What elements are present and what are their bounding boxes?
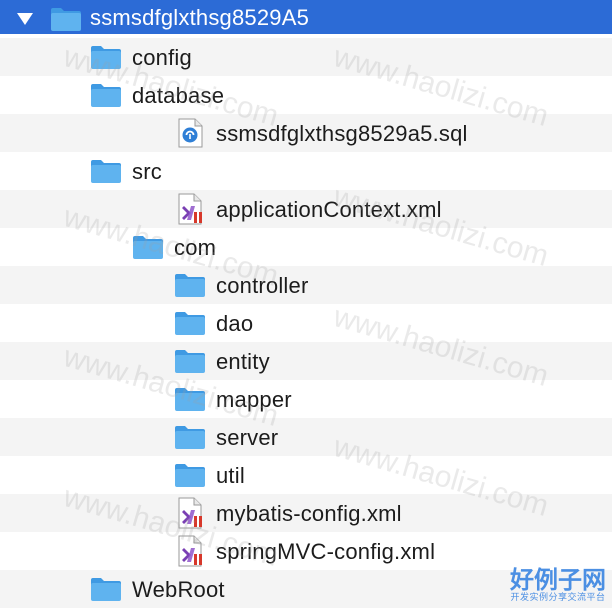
tree-row-label: util [216, 463, 245, 488]
folder-icon [90, 44, 122, 75]
xml-file-icon [177, 535, 205, 572]
folder-icon [174, 348, 206, 379]
folder-icon [174, 386, 206, 417]
tree-row-label: applicationContext.xml [216, 197, 442, 222]
tree-row-label: mybatis-config.xml [216, 501, 402, 526]
folder-icon [174, 272, 206, 303]
tree-row-label: ssmsdfglxthsg8529a5.sql [216, 121, 468, 146]
tree-row-webroot[interactable]: WebRoot [0, 570, 612, 608]
sql-file-icon [177, 118, 203, 153]
tree-row-springmvc-config-xml[interactable]: springMVC-config.xml [0, 532, 612, 570]
tree-row-label: WebRoot [132, 577, 225, 602]
xml-file-icon [177, 193, 205, 230]
tree-row-ssmsdfglxthsg8529a5-sql[interactable]: ssmsdfglxthsg8529a5.sql [0, 114, 612, 152]
tree-row-database[interactable]: database [0, 76, 612, 114]
tree-row-label: database [132, 83, 225, 108]
folder-icon [90, 576, 122, 607]
folder-icon [174, 310, 206, 341]
tree-row-controller[interactable]: controller [0, 266, 612, 304]
folder-icon [174, 424, 206, 455]
tree-row-label: src [132, 159, 162, 184]
tree-row-util[interactable]: util [0, 456, 612, 494]
tree-row-label: ssmsdfglxthsg8529A5 [90, 5, 310, 30]
tree-row-server[interactable]: server [0, 418, 612, 456]
folder-icon [50, 6, 82, 37]
tree-row-ssmsdfglxthsg8529a5[interactable]: ssmsdfglxthsg8529A5 [0, 0, 612, 34]
folder-icon [132, 234, 164, 265]
disclosure-expanded-icon[interactable] [15, 9, 35, 29]
xml-file-icon [177, 497, 205, 534]
tree-row-label: controller [216, 273, 309, 298]
tree-row-label: server [216, 425, 279, 450]
tree-row-entity[interactable]: entity [0, 342, 612, 380]
tree-row-src[interactable]: src [0, 152, 612, 190]
tree-row-label: entity [216, 349, 270, 374]
tree-row-mapper[interactable]: mapper [0, 380, 612, 418]
folder-icon [90, 82, 122, 113]
file-tree: ssmsdfglxthsg8529A5 config database ssmsdfg… [0, 0, 612, 610]
tree-row-label: dao [216, 311, 254, 336]
tree-row-label: springMVC-config.xml [216, 539, 436, 564]
tree-row-config[interactable]: config [0, 38, 612, 76]
tree-row-mybatis-config-xml[interactable]: mybatis-config.xml [0, 494, 612, 532]
tree-row-applicationcontext-xml[interactable]: applicationContext.xml [0, 190, 612, 228]
folder-icon [90, 158, 122, 189]
folder-icon [174, 462, 206, 493]
tree-row-com[interactable]: com [0, 228, 612, 266]
tree-row-dao[interactable]: dao [0, 304, 612, 342]
tree-row-label: config [132, 45, 192, 70]
tree-row-label: mapper [216, 387, 292, 412]
tree-row-label: com [174, 235, 217, 260]
